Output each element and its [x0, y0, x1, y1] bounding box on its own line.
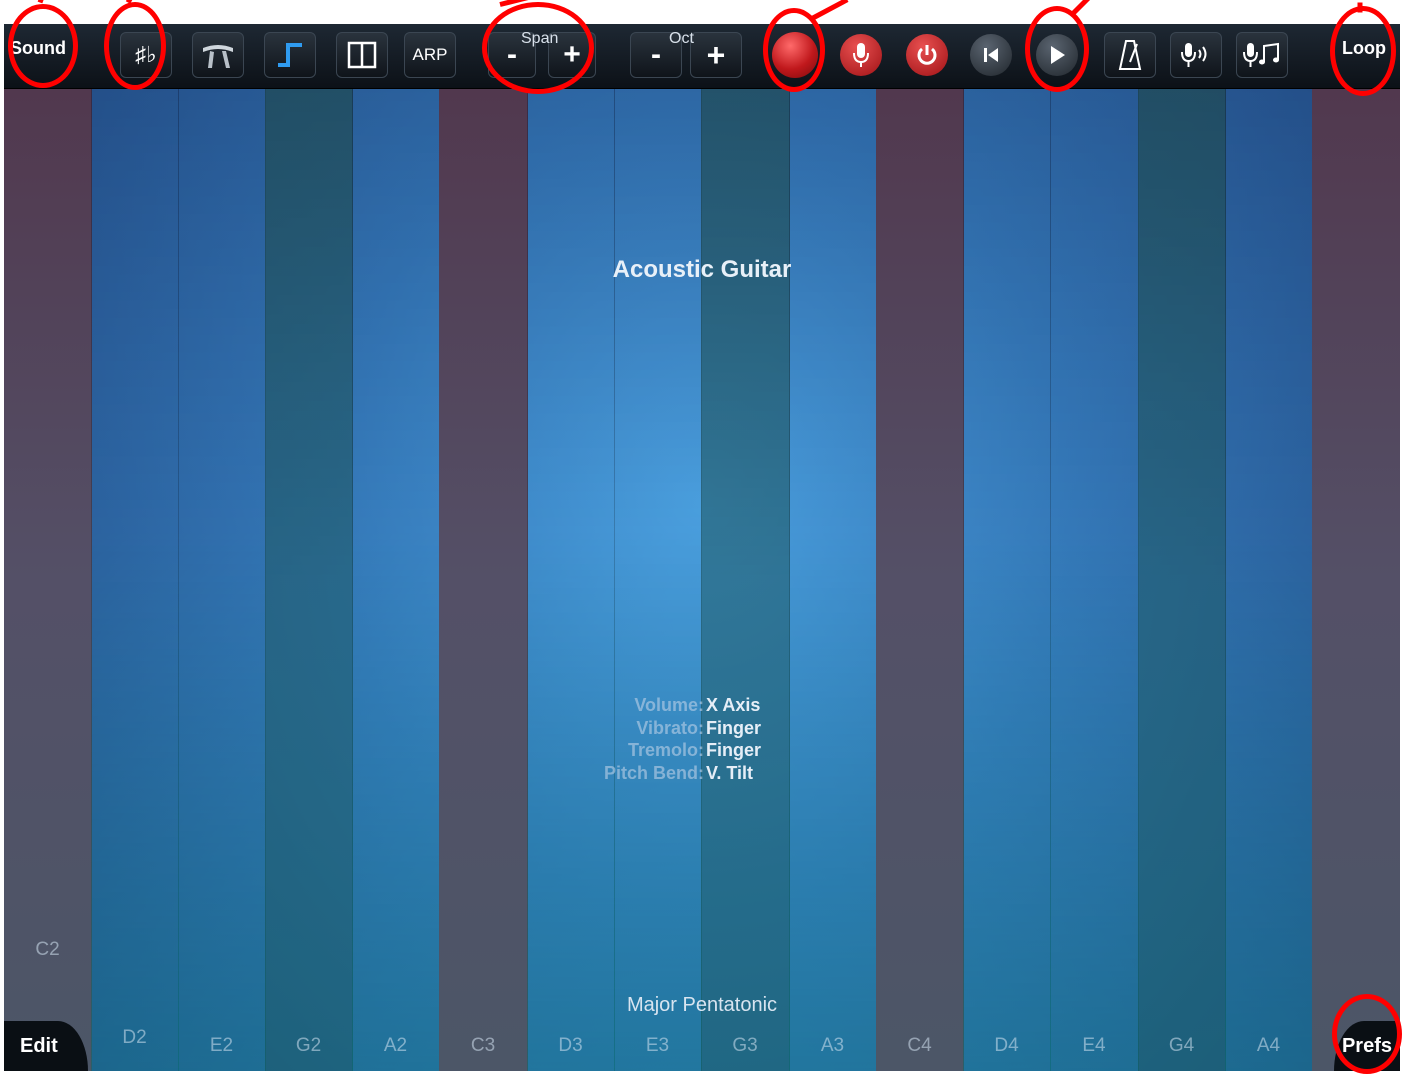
scale-name: Major Pentatonic [626, 994, 778, 1016]
glide-button[interactable] [264, 32, 316, 78]
mic-record-button[interactable] [840, 34, 882, 76]
note-column-c3[interactable]: C3 [439, 88, 528, 1071]
skip-back-icon [984, 48, 998, 62]
note-column-a2[interactable]: A2 [352, 88, 440, 1071]
note-column-a4[interactable]: A4 [1225, 88, 1313, 1071]
param-row: Vibrato: Finger [564, 717, 761, 740]
note-column-d4[interactable]: D4 [963, 88, 1051, 1071]
note-column-g3[interactable]: G3 [701, 88, 790, 1071]
arp-button[interactable]: ARP [404, 32, 456, 78]
note-label: E2 [209, 1035, 234, 1056]
metronome-icon [1118, 40, 1142, 70]
instrument-title: Acoustic Guitar [612, 256, 792, 283]
note-label: E4 [1082, 1035, 1106, 1056]
pitch-bend-button[interactable] [192, 32, 244, 78]
split-view-button[interactable] [336, 32, 388, 78]
param-value: V. Tilt [706, 762, 754, 783]
mic-note-icon [1243, 42, 1279, 67]
octave-plus-button[interactable]: + [690, 32, 742, 78]
power-icon [917, 45, 937, 65]
annotation-line [1070, 0, 1094, 17]
annotation-circle [763, 8, 825, 92]
mic-to-note-button[interactable] [1236, 32, 1288, 78]
note-column-a3[interactable]: A3 [789, 88, 877, 1071]
rewind-button[interactable] [970, 34, 1012, 76]
step-glide-icon [278, 43, 302, 67]
note-column-c2[interactable]: C2 [4, 88, 92, 1071]
note-label: G2 [295, 1035, 322, 1056]
power-button[interactable] [906, 34, 948, 76]
microphone-icon [853, 43, 869, 67]
note-column-d2[interactable]: D2 [91, 88, 179, 1071]
note-column-e2[interactable]: E2 [178, 88, 266, 1071]
annotation-circle [482, 2, 594, 94]
annotation-circle [8, 4, 78, 88]
note-column-e3[interactable]: E3 [614, 88, 702, 1071]
note-label: D4 [994, 1035, 1019, 1056]
param-key: Vibrato: [636, 717, 704, 738]
param-value: Finger [706, 740, 762, 760]
note-label: C4 [907, 1035, 932, 1056]
note-label: C2 [35, 939, 60, 960]
param-value: X Axis [706, 695, 761, 715]
note-label: G3 [732, 1035, 758, 1056]
param-value: Finger [706, 717, 762, 738]
annotation-line [810, 0, 849, 21]
note-column-c5[interactable] [1312, 88, 1400, 1071]
param-key: Tremolo: [627, 740, 704, 760]
parameter-mapping: Volume: X Axis Vibrato: Finger Tremolo: Fin… [564, 694, 761, 784]
pitch-bend-icon [203, 45, 233, 68]
annotation-circle [1332, 994, 1402, 1074]
note-column-e4[interactable]: E4 [1050, 88, 1139, 1071]
param-row: Tremolo: Finger [564, 739, 761, 762]
note-label: C3 [470, 1035, 496, 1056]
annotation-circle [1330, 6, 1396, 96]
note-column-g2[interactable]: G2 [265, 88, 353, 1071]
octave-label: Oct [669, 30, 694, 47]
note-label: A2 [383, 1035, 408, 1056]
note-column-d3[interactable]: D3 [527, 88, 615, 1071]
param-row: Pitch Bend: V. Tilt [564, 762, 761, 785]
toolbar: Sound ♯♭ ARP - + Span - + Oct Loop [4, 24, 1400, 89]
note-label: G4 [1168, 1035, 1195, 1056]
instrument-stage[interactable]: C2 D2 E2 G2 A2 C3 D3 E3 G3 A3 C4 D4 E4 G… [4, 24, 1400, 1071]
param-key: Volume: [634, 695, 704, 715]
annotation-line [37, 0, 46, 4]
split-view-icon [347, 41, 377, 69]
param-key: Pitch Bend: [603, 762, 704, 783]
metronome-button[interactable] [1104, 32, 1156, 78]
note-label: A4 [1256, 1035, 1281, 1056]
annotation-circle [1025, 6, 1089, 92]
note-label: D3 [558, 1035, 583, 1056]
param-row: Volume: X Axis [564, 694, 761, 717]
note-label: E3 [645, 1035, 670, 1056]
note-column-c4[interactable]: C4 [876, 88, 964, 1071]
note-label: D2 [122, 1027, 147, 1048]
note-label: A3 [820, 1035, 845, 1056]
note-column-g4[interactable]: G4 [1138, 88, 1226, 1071]
annotation-line [1357, 2, 1363, 13]
mic-monitor-button[interactable] [1170, 32, 1222, 78]
mic-sound-icon [1181, 43, 1207, 67]
annotation-circle [104, 2, 166, 90]
